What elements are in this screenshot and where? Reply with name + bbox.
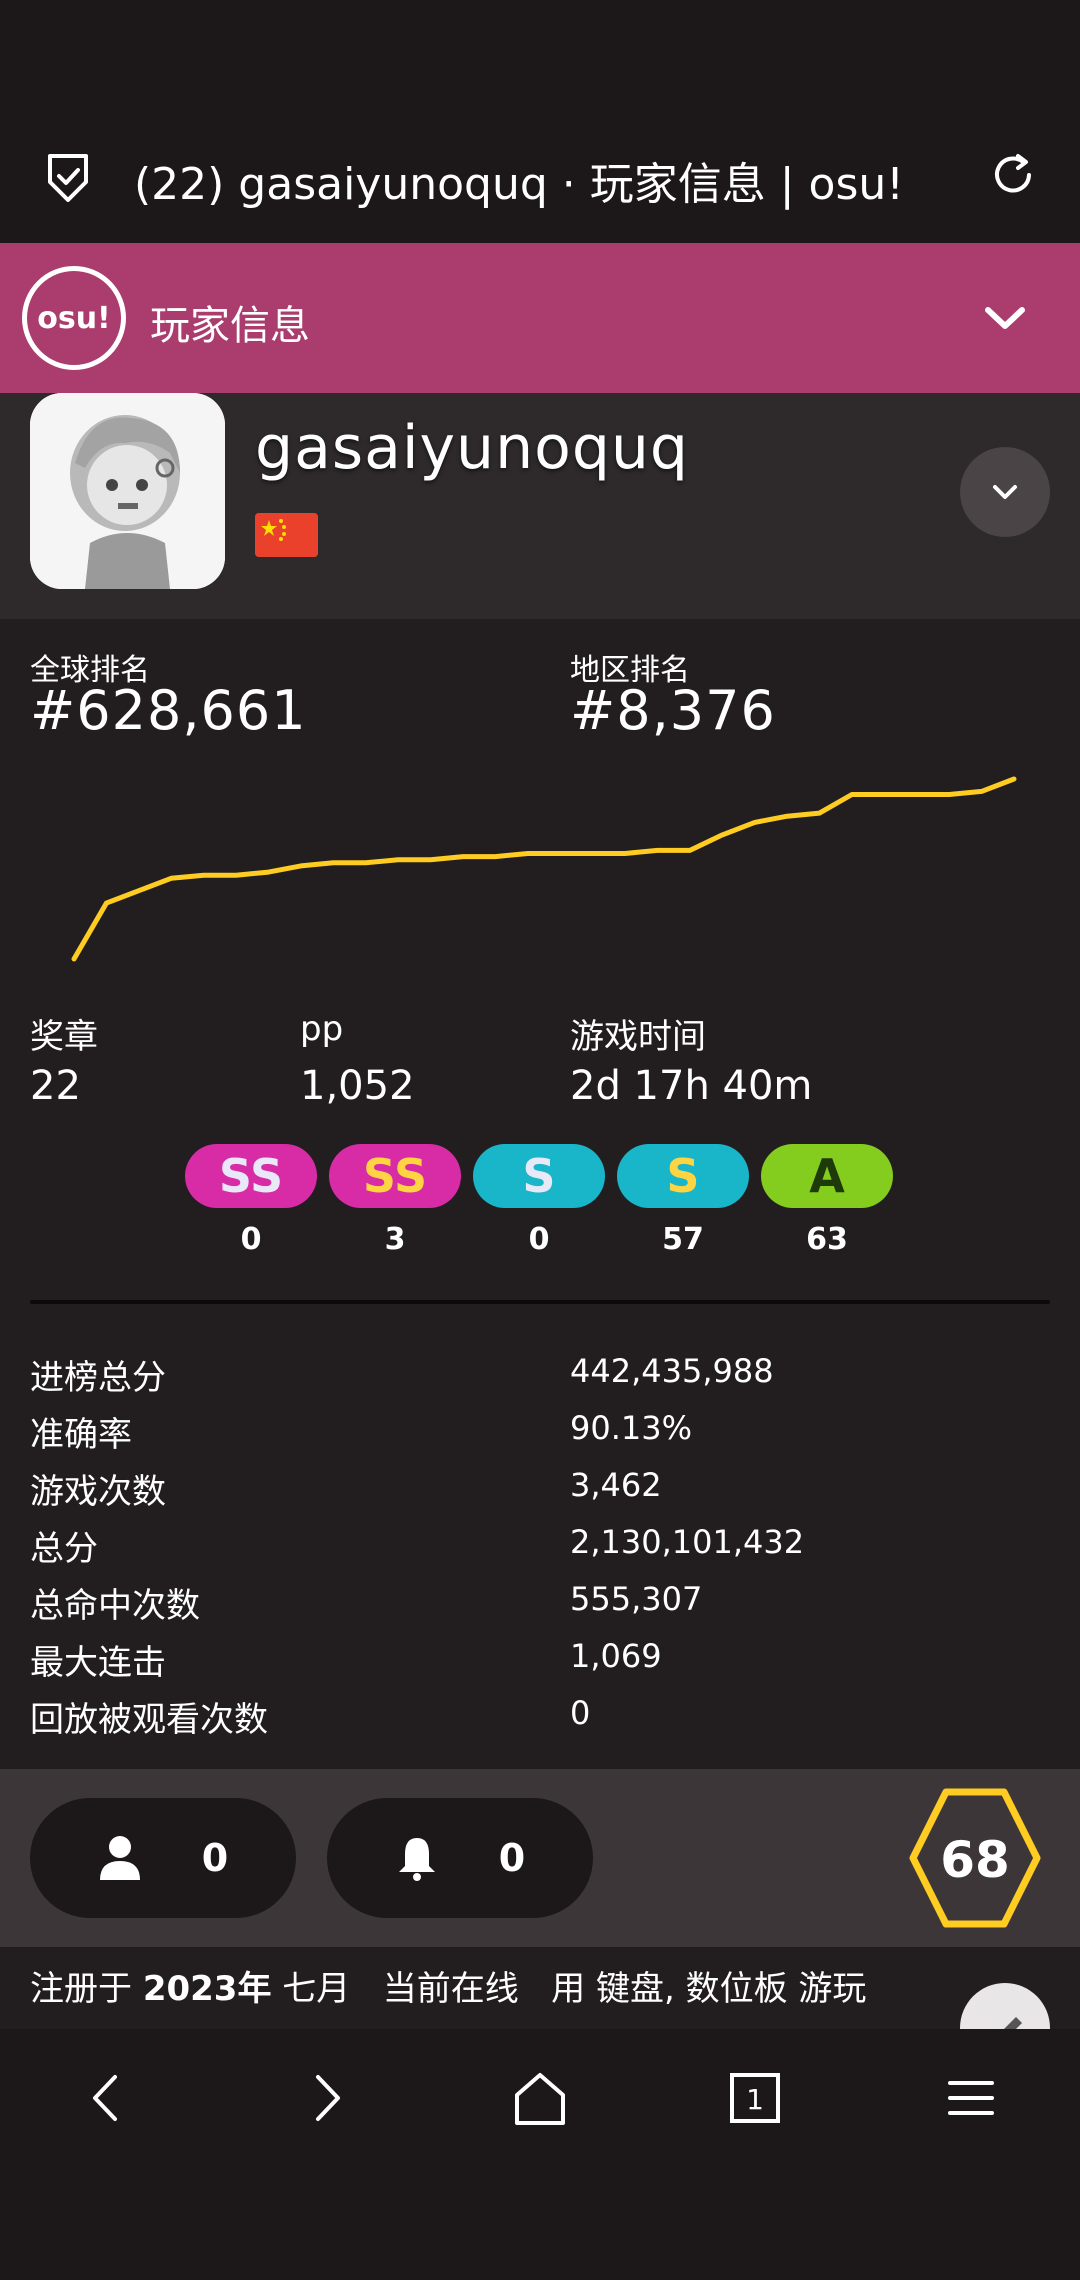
grade-badge-s: S bbox=[617, 1144, 749, 1208]
grade-count-ssh: 0 bbox=[240, 1222, 262, 1257]
play-devices: 用 键盘, 数位板 游玩 bbox=[551, 1969, 867, 2009]
join-info-text: 注册于 2023年 七月 当前在线 用 键盘, 数位板 游玩 bbox=[30, 1961, 866, 2010]
system-gesture-area bbox=[0, 2166, 1080, 2280]
grade-badge-sh: S bbox=[473, 1144, 605, 1208]
stats-panel: 全球排名 #628,661 地区排名 #8,376 奖章 22 pp 1,052… bbox=[0, 619, 1080, 1769]
browser-navbar: 1 bbox=[0, 2029, 1080, 2166]
user-icon bbox=[99, 1836, 140, 1880]
stat-value: 555,307 bbox=[570, 1580, 703, 1618]
home-icon[interactable] bbox=[505, 2063, 575, 2133]
online-status: 当前在线 bbox=[382, 1969, 519, 2009]
back-icon[interactable] bbox=[73, 2063, 143, 2133]
stat-label: 游戏次数 bbox=[30, 1472, 166, 1512]
stat-label: 进榜总分 bbox=[30, 1358, 166, 1398]
grade-count-a: 63 bbox=[806, 1222, 848, 1257]
friends-button[interactable]: 0 bbox=[30, 1798, 296, 1918]
stat-label: 最大连击 bbox=[30, 1643, 166, 1683]
china-flag-icon bbox=[255, 513, 318, 557]
profile-header: gasaiyunoquq bbox=[0, 393, 1080, 619]
rank-history-line bbox=[71, 776, 1017, 962]
page-title[interactable]: (22) gasaiyunoquq · 玩家信息 | osu! bbox=[134, 148, 904, 212]
stat-value: 442,435,988 bbox=[570, 1352, 774, 1390]
stat-value: 3,462 bbox=[570, 1466, 662, 1504]
grade-badge-ss: SS bbox=[329, 1144, 461, 1208]
grade-badge-a: A bbox=[761, 1144, 893, 1208]
friends-count: 0 bbox=[201, 1836, 229, 1880]
global-rank-value: #628,661 bbox=[30, 679, 307, 742]
social-bar: 0 0 68 bbox=[0, 1769, 1080, 1947]
menu-icon[interactable] bbox=[936, 2063, 1006, 2133]
rank-history-graph[interactable] bbox=[60, 769, 1020, 969]
bell-icon bbox=[398, 1838, 435, 1881]
stat-label: 总命中次数 bbox=[30, 1586, 200, 1626]
forward-icon[interactable] bbox=[290, 2063, 360, 2133]
playtime-value: 2d 17h 40m bbox=[570, 1063, 813, 1109]
grade-count-s: 57 bbox=[662, 1222, 704, 1257]
playtime-label: 游戏时间 bbox=[570, 1017, 706, 1057]
chevron-down-icon bbox=[993, 485, 1017, 499]
pp-label: pp bbox=[300, 1009, 344, 1049]
followers-button[interactable]: 0 bbox=[327, 1798, 593, 1918]
stat-value: 0 bbox=[570, 1694, 591, 1732]
chevron-down-icon[interactable] bbox=[982, 301, 1028, 335]
join-info: 注册于 2023年 七月 当前在线 用 键盘, 数位板 游玩 bbox=[0, 1947, 1080, 2029]
pencil-icon bbox=[1004, 2017, 1022, 2029]
stat-value: 90.13% bbox=[570, 1409, 693, 1447]
status-bar bbox=[0, 0, 1080, 110]
section-title: 玩家信息 bbox=[150, 303, 310, 349]
shield-check-icon[interactable] bbox=[44, 152, 92, 204]
joined-prefix: 注册于 bbox=[30, 1969, 143, 2009]
medals-value: 22 bbox=[30, 1063, 81, 1109]
joined-date: 2023年 bbox=[142, 1969, 272, 2009]
refresh-icon[interactable] bbox=[988, 150, 1038, 200]
tabs-icon[interactable]: 1 bbox=[720, 2063, 790, 2133]
edit-button[interactable] bbox=[960, 1983, 1050, 2029]
followers-count: 0 bbox=[498, 1836, 526, 1880]
stat-label: 回放被观看次数 bbox=[30, 1700, 268, 1740]
level-value: 68 bbox=[940, 1831, 1010, 1889]
svg-text:1: 1 bbox=[746, 2083, 764, 2116]
expand-profile-button[interactable] bbox=[960, 447, 1050, 537]
stat-label: 总分 bbox=[30, 1529, 98, 1569]
username: gasaiyunoquq bbox=[255, 413, 690, 483]
joined-month: 七月 bbox=[271, 1969, 351, 2009]
divider bbox=[30, 1300, 1050, 1304]
grade-count-sh: 0 bbox=[528, 1222, 550, 1257]
country-rank-value: #8,376 bbox=[570, 679, 776, 742]
pp-value: 1,052 bbox=[300, 1063, 415, 1109]
browser-toolbar: (22) gasaiyunoquq · 玩家信息 | osu! bbox=[0, 110, 1080, 243]
site-header: osu! 玩家信息 bbox=[0, 243, 1080, 393]
stat-label: 准确率 bbox=[30, 1415, 132, 1455]
osu-logo[interactable]: osu! bbox=[22, 266, 126, 370]
grade-count-ss: 3 bbox=[384, 1222, 406, 1257]
avatar[interactable] bbox=[30, 393, 225, 589]
stat-value: 1,069 bbox=[570, 1637, 662, 1675]
grade-counts: SS 0 SS 3 S 0 S 57 A 63 bbox=[185, 1144, 905, 1264]
stat-value: 2,130,101,432 bbox=[570, 1523, 805, 1561]
grade-badge-ssh: SS bbox=[185, 1144, 317, 1208]
avatar-illustration bbox=[30, 393, 225, 589]
medals-label: 奖章 bbox=[30, 1017, 98, 1057]
